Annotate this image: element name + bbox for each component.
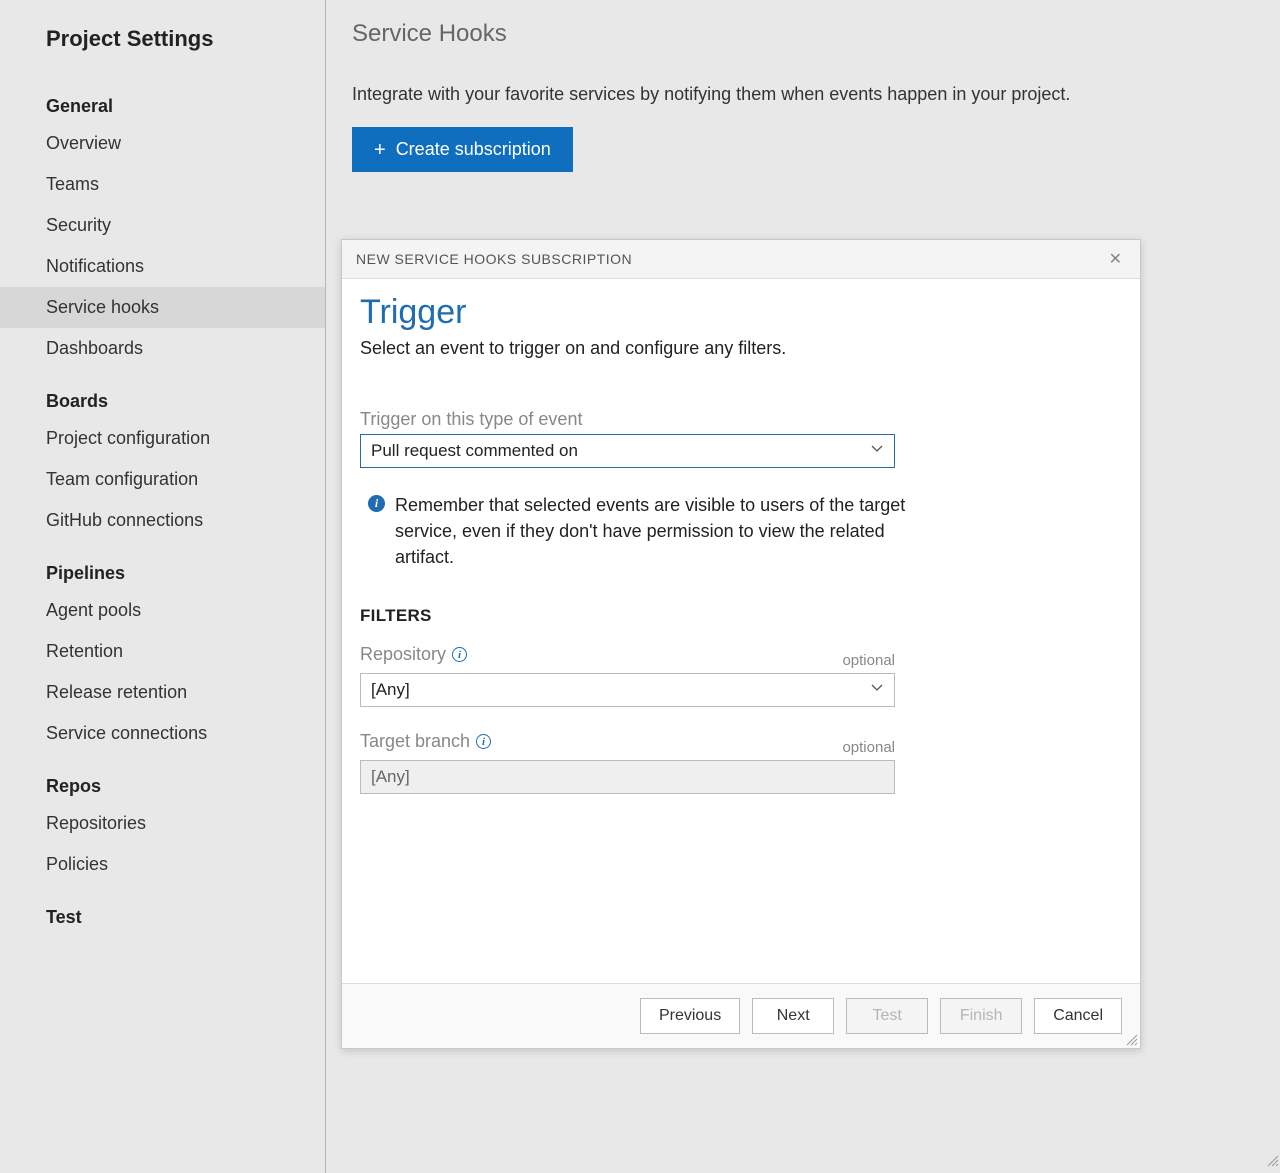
test-button: Test bbox=[846, 998, 928, 1034]
info-text: Remember that selected events are visibl… bbox=[395, 492, 908, 570]
page-subtitle: Integrate with your favorite services by… bbox=[352, 84, 1254, 105]
cancel-button[interactable]: Cancel bbox=[1034, 998, 1122, 1034]
dialog-title: Trigger bbox=[360, 293, 1122, 332]
next-button[interactable]: Next bbox=[752, 998, 834, 1034]
chevron-down-icon bbox=[870, 441, 884, 461]
create-subscription-label: Create subscription bbox=[396, 139, 551, 160]
help-icon[interactable]: i bbox=[476, 734, 491, 749]
event-type-select[interactable]: Pull request commented on bbox=[360, 434, 895, 468]
sidebar-item-github-connections[interactable]: GitHub connections bbox=[0, 500, 325, 541]
resize-grip-icon[interactable] bbox=[1124, 1032, 1138, 1046]
info-icon: i bbox=[368, 495, 385, 512]
nav-section-heading: Repos bbox=[0, 754, 325, 803]
target-branch-value: [Any] bbox=[371, 767, 410, 787]
dialog-header: NEW SERVICE HOOKS SUBSCRIPTION ✕ bbox=[342, 240, 1140, 279]
target-branch-optional: optional bbox=[842, 739, 895, 756]
window-resize-grip-icon[interactable] bbox=[1265, 1153, 1279, 1172]
nav-section-heading: Pipelines bbox=[0, 541, 325, 590]
info-note: i Remember that selected events are visi… bbox=[368, 492, 908, 570]
dialog-description: Select an event to trigger on and config… bbox=[360, 338, 1122, 359]
repository-select[interactable]: [Any] bbox=[360, 673, 895, 707]
finish-button: Finish bbox=[940, 998, 1022, 1034]
target-branch-label: Target branch i bbox=[360, 731, 491, 752]
page-title: Service Hooks bbox=[352, 20, 1254, 48]
dialog-footer: Previous Next Test Finish Cancel bbox=[342, 983, 1140, 1048]
close-icon: ✕ bbox=[1109, 251, 1122, 268]
event-type-value: Pull request commented on bbox=[371, 441, 578, 461]
event-type-label: Trigger on this type of event bbox=[360, 409, 1122, 430]
sidebar-item-security[interactable]: Security bbox=[0, 205, 325, 246]
target-branch-select: [Any] bbox=[360, 760, 895, 794]
nav-section-heading: Boards bbox=[0, 369, 325, 418]
dialog-body: Trigger Select an event to trigger on an… bbox=[342, 279, 1140, 983]
repository-label: Repository i bbox=[360, 644, 467, 665]
nav-section-heading: General bbox=[0, 74, 325, 123]
nav-section-heading: Test bbox=[0, 885, 325, 934]
sidebar-item-repositories[interactable]: Repositories bbox=[0, 803, 325, 844]
dialog-header-title: NEW SERVICE HOOKS SUBSCRIPTION bbox=[356, 251, 632, 267]
sidebar-item-service-hooks[interactable]: Service hooks bbox=[0, 287, 325, 328]
help-icon[interactable]: i bbox=[452, 647, 467, 662]
sidebar-item-overview[interactable]: Overview bbox=[0, 123, 325, 164]
create-subscription-button[interactable]: + Create subscription bbox=[352, 127, 573, 172]
repository-optional: optional bbox=[842, 652, 895, 669]
previous-button[interactable]: Previous bbox=[640, 998, 740, 1034]
sidebar-item-retention[interactable]: Retention bbox=[0, 631, 325, 672]
dialog-close-button[interactable]: ✕ bbox=[1105, 249, 1126, 269]
sidebar-item-agent-pools[interactable]: Agent pools bbox=[0, 590, 325, 631]
sidebar-item-release-retention[interactable]: Release retention bbox=[0, 672, 325, 713]
sidebar: Project Settings GeneralOverviewTeamsSec… bbox=[0, 0, 326, 1173]
sidebar-item-dashboards[interactable]: Dashboards bbox=[0, 328, 325, 369]
sidebar-item-service-connections[interactable]: Service connections bbox=[0, 713, 325, 754]
plus-icon: + bbox=[374, 140, 386, 160]
filters-heading: FILTERS bbox=[360, 606, 1122, 626]
sidebar-title: Project Settings bbox=[0, 18, 325, 74]
sidebar-item-team-configuration[interactable]: Team configuration bbox=[0, 459, 325, 500]
sidebar-item-notifications[interactable]: Notifications bbox=[0, 246, 325, 287]
chevron-down-icon bbox=[870, 680, 884, 700]
sidebar-item-project-configuration[interactable]: Project configuration bbox=[0, 418, 325, 459]
new-subscription-dialog: NEW SERVICE HOOKS SUBSCRIPTION ✕ Trigger… bbox=[341, 239, 1141, 1049]
sidebar-item-teams[interactable]: Teams bbox=[0, 164, 325, 205]
sidebar-item-policies[interactable]: Policies bbox=[0, 844, 325, 885]
repository-value: [Any] bbox=[371, 680, 410, 700]
